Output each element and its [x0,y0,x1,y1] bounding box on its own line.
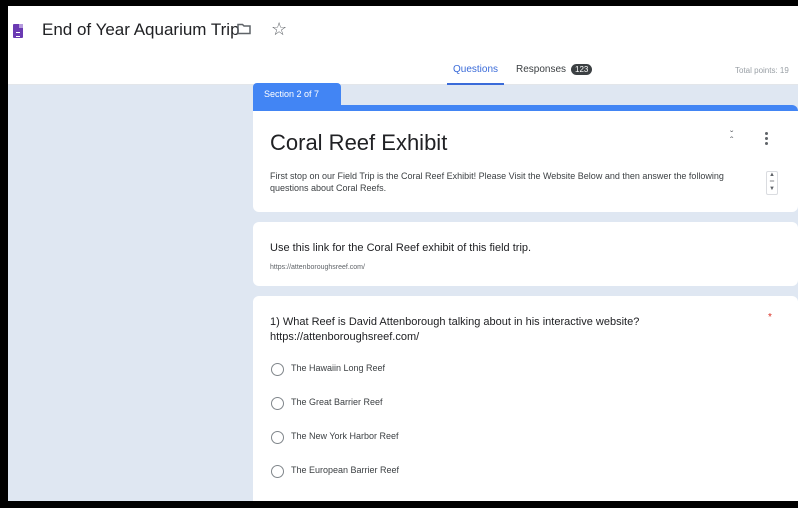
link-card-heading: Use this link for the Coral Reef exhibit… [270,242,532,254]
document-title[interactable]: End of Year Aquarium Trip [42,20,240,40]
radio-button[interactable] [271,397,284,410]
collapse-section-icon[interactable]: ˇˆ [730,131,733,147]
title-bar: End of Year Aquarium Trip ☆ [8,6,798,56]
section-title[interactable]: Coral Reef Exhibit [270,130,447,156]
link-info-card[interactable]: Use this link for the Coral Reef exhibit… [253,222,798,286]
app-window: End of Year Aquarium Trip ☆ Questions Re… [8,6,798,501]
star-icon[interactable]: ☆ [271,20,287,38]
question-text: 1) What Reef is David Attenborough talki… [270,316,640,343]
option-label: The Hawaiin Long Reef [291,363,386,373]
description-scroll-control[interactable]: ▲ ═ ▼ [766,171,778,195]
tab-questions[interactable]: Questions [447,64,505,85]
radio-button[interactable] [271,465,284,478]
more-options-icon[interactable] [765,132,769,147]
tab-responses-label: Responses [516,64,567,76]
option-label: The Great Barrier Reef [291,397,383,407]
section-indicator: Section 2 of 7 [253,83,341,105]
link-card-url[interactable]: https://attenboroughsreef.com/ [270,264,365,271]
section-header-card[interactable]: Coral Reef Exhibit ˇˆ First stop on our … [253,105,798,212]
tab-bar: Questions Responses 123 Total points: 19 [8,56,798,85]
section-description[interactable]: First stop on our Field Trip is the Cora… [270,170,745,194]
option-label: The European Barrier Reef [291,465,400,475]
radio-button[interactable] [271,363,284,376]
responses-count-badge: 123 [571,64,593,75]
option-label: The New York Harbor Reef [291,431,399,441]
required-indicator: * [768,312,772,323]
question-card[interactable]: 1) What Reef is David Attenborough talki… [253,296,798,501]
tab-responses[interactable]: Responses 123 [516,64,593,76]
folder-icon[interactable] [237,23,251,35]
radio-button[interactable] [271,431,284,444]
total-points: Total points: 19 [735,66,789,75]
google-forms-icon[interactable] [13,24,23,38]
